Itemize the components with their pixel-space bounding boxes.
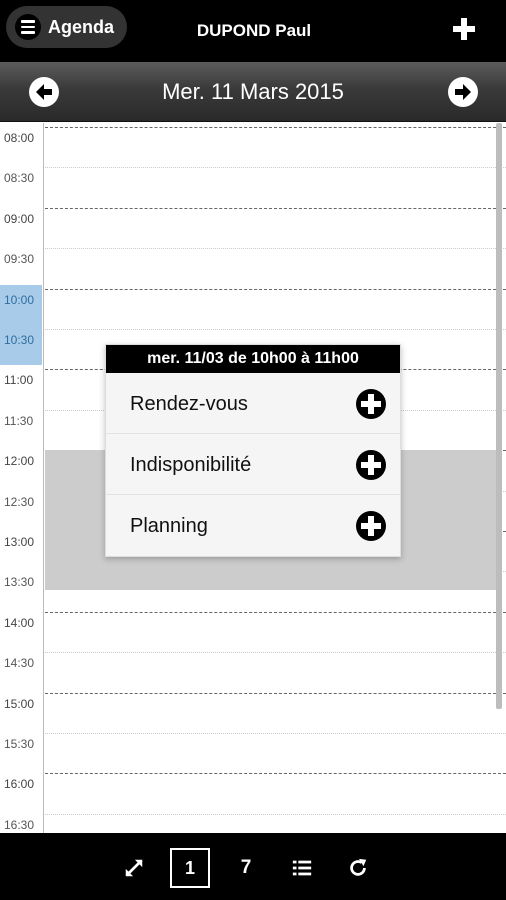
calendar-scrollbar[interactable] bbox=[496, 123, 502, 709]
hour-gridline bbox=[45, 127, 506, 128]
time-slot-label: 11:00 bbox=[4, 373, 34, 388]
popup-item-planning[interactable]: Planning bbox=[106, 495, 400, 556]
time-slot-label: 10:30 bbox=[0, 325, 42, 365]
half-hour-gridline bbox=[45, 167, 506, 169]
popup-item-indisponibilite[interactable]: Indisponibilité bbox=[106, 434, 400, 495]
add-button[interactable] bbox=[452, 17, 476, 41]
user-name: DUPOND Paul bbox=[196, 21, 312, 40]
time-slot-label: 09:00 bbox=[4, 211, 35, 226]
half-hour-gridline bbox=[45, 329, 506, 330]
agenda-menu-label: Agenda bbox=[48, 16, 115, 37]
plus-circle-icon bbox=[355, 449, 387, 481]
previous-day-button[interactable] bbox=[29, 77, 59, 107]
time-slot-label: 16:00 bbox=[4, 777, 35, 792]
popup-item-label: Planning bbox=[130, 515, 208, 537]
refresh-button[interactable] bbox=[343, 848, 373, 888]
half-hour-gridline bbox=[45, 652, 506, 654]
day-view-button[interactable]: 1 bbox=[170, 848, 210, 888]
time-slot-label: 14:00 bbox=[4, 615, 35, 630]
hour-gridline bbox=[45, 692, 506, 694]
popup-title: mer. 11/03 de 10h00 à 11h00 bbox=[106, 345, 400, 373]
time-slot-label: 12:30 bbox=[4, 494, 35, 509]
hour-gridline bbox=[45, 288, 506, 290]
popup-item-rendez-vous[interactable]: Rendez-vous bbox=[106, 373, 400, 434]
hamburger-icon bbox=[15, 14, 41, 40]
list-icon bbox=[292, 860, 312, 876]
plus-circle-icon bbox=[355, 510, 387, 542]
arrow-right-icon bbox=[455, 84, 471, 100]
hour-gridline bbox=[45, 611, 506, 613]
hour-gridline bbox=[45, 773, 506, 775]
time-slot-label: 11:30 bbox=[4, 413, 34, 428]
time-slot-label: 15:00 bbox=[4, 696, 35, 711]
slot-action-popup: mer. 11/03 de 10h00 à 11h00 Rendez-vous … bbox=[105, 344, 401, 557]
fullscreen-button[interactable] bbox=[119, 848, 149, 888]
refresh-icon bbox=[350, 858, 367, 876]
plus-circle-icon bbox=[355, 388, 387, 420]
list-view-button[interactable] bbox=[287, 848, 317, 888]
popup-item-label: Rendez-vous bbox=[130, 393, 248, 415]
current-date: Mer. 11 Mars 2015 bbox=[162, 79, 344, 104]
date-navigation-bar: Mer. 11 Mars 2015 bbox=[0, 62, 506, 122]
time-slot-label: 13:00 bbox=[4, 535, 35, 549]
time-column: 08:00 08:30 09:00 09:30 10:00 10:30 11:00 11:30… bbox=[0, 123, 44, 833]
expand-icon bbox=[125, 859, 143, 877]
half-hour-gridline bbox=[45, 813, 506, 815]
popup-item-label: Indisponibilité bbox=[130, 454, 252, 476]
plus-icon bbox=[453, 18, 475, 40]
time-slot-label: 08:00 bbox=[4, 131, 35, 145]
half-hour-gridline bbox=[45, 733, 506, 734]
week-view-button[interactable]: 7 bbox=[232, 848, 260, 888]
time-slot-label: 08:30 bbox=[4, 171, 35, 186]
time-slot-label: 16:30 bbox=[4, 817, 35, 832]
agenda-menu-button[interactable]: Agenda bbox=[6, 6, 127, 48]
time-slot-label: 15:30 bbox=[4, 737, 35, 751]
time-slot-label: 12:00 bbox=[4, 454, 35, 469]
next-day-button[interactable] bbox=[448, 77, 478, 107]
time-slot-label: 13:30 bbox=[4, 575, 35, 590]
hour-gridline bbox=[45, 207, 506, 209]
top-bar: Agenda DUPOND Paul bbox=[0, 0, 506, 62]
half-hour-gridline bbox=[45, 248, 506, 250]
time-slot-label: 10:00 bbox=[0, 284, 42, 325]
arrow-left-icon bbox=[36, 84, 52, 100]
bottom-toolbar: 1 7 bbox=[0, 833, 506, 900]
time-slot-label: 09:30 bbox=[4, 252, 35, 267]
time-slot-label: 14:30 bbox=[4, 656, 35, 671]
